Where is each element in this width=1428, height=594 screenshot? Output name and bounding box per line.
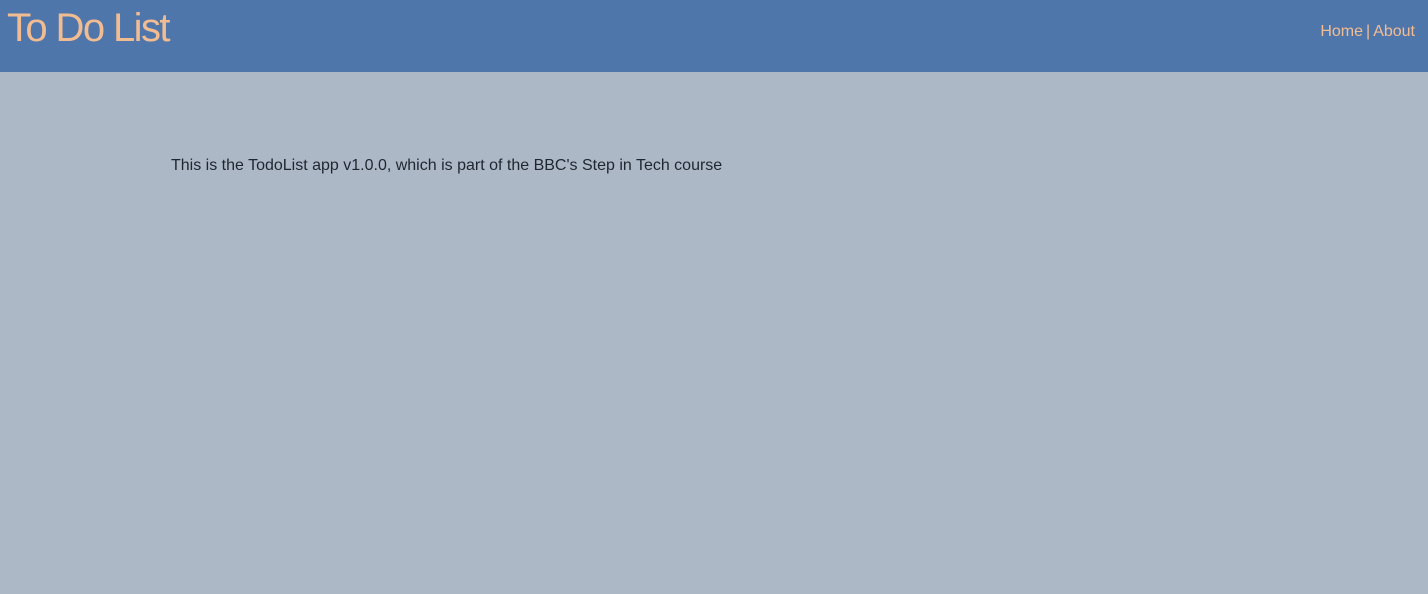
nav-separator: |: [1366, 23, 1371, 40]
nav-link-about[interactable]: About: [1373, 23, 1415, 40]
main-nav: Home | About: [1320, 22, 1415, 42]
app-header: To Do List Home | About: [0, 0, 1428, 72]
main-content: This is the TodoList app v1.0.0, which i…: [0, 72, 1428, 594]
app-title: To Do List: [7, 6, 170, 50]
nav-link-home[interactable]: Home: [1320, 23, 1363, 40]
about-description: This is the TodoList app v1.0.0, which i…: [171, 157, 723, 174]
